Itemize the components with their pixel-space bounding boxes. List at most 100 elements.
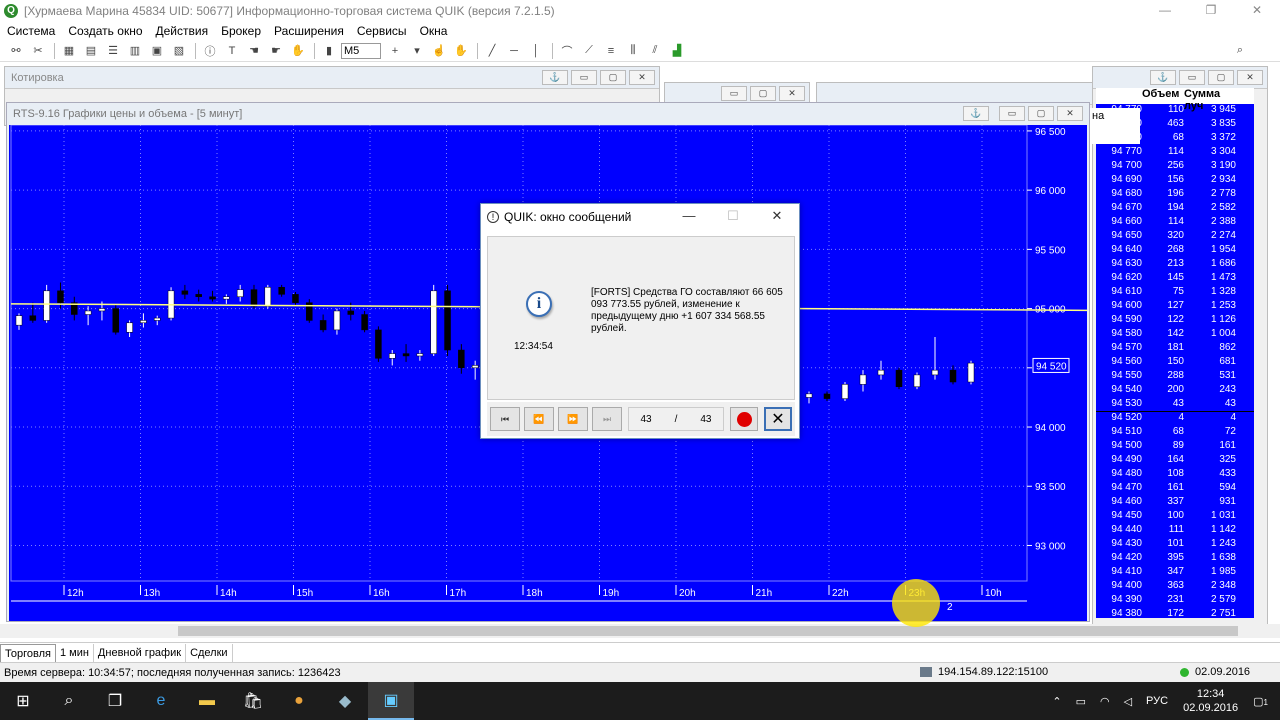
last-message-button[interactable]: ⏭ [592, 407, 622, 431]
maximize-button[interactable]: ▢ [1028, 106, 1054, 121]
dialog-maximize-button[interactable]: ☐ [711, 204, 755, 230]
table-row[interactable]: 94 770 114 3 304 [1096, 146, 1254, 160]
tab-trading[interactable]: Торговля [0, 643, 56, 662]
trend-icon[interactable]: ⫽ [645, 42, 665, 60]
table-row[interactable]: 94 520 4 4 [1096, 412, 1254, 426]
volume-icon[interactable]: ◁ [1124, 695, 1132, 708]
arc-icon[interactable]: ⌒ [557, 42, 577, 60]
table-row[interactable]: 94 650 320 2 274 [1096, 230, 1254, 244]
connect-icon[interactable]: ⚯ [6, 42, 26, 60]
table-row[interactable]: 94 460 337 931 [1096, 496, 1254, 510]
table-row[interactable]: 94 560 150 681 [1096, 356, 1254, 370]
table-row[interactable]: 94 640 268 1 954 [1096, 244, 1254, 258]
minimize-button[interactable]: ▭ [1179, 70, 1205, 85]
close-button[interactable]: ✕ [1057, 106, 1083, 121]
table-row[interactable]: 94 610 75 1 328 [1096, 286, 1254, 300]
menu-extensions[interactable]: Расширения [267, 24, 350, 38]
quote-table-icon[interactable]: ▤ [81, 42, 101, 60]
anchor-button[interactable]: ⚓ [1150, 70, 1176, 85]
trades-icon[interactable]: ▥ [125, 42, 145, 60]
network-tray-icon[interactable]: ▭ [1076, 695, 1086, 708]
menu-system[interactable]: Система [0, 24, 61, 38]
interval-select[interactable]: M5 [341, 42, 381, 59]
fan-icon[interactable]: ⟋ [579, 42, 599, 60]
table-row[interactable]: 94 680 196 2 778 [1096, 188, 1254, 202]
table-row[interactable]: 94 580 142 1 004 [1096, 328, 1254, 342]
minimize-button[interactable]: ▭ [999, 106, 1025, 121]
close-window-button[interactable]: ✕ [1234, 0, 1280, 22]
levels-icon[interactable]: ≡ [601, 42, 621, 60]
chrome-icon[interactable]: ● [276, 682, 322, 720]
menu-broker[interactable]: Брокер [214, 24, 267, 38]
search-icon[interactable]: ⌕ [1230, 42, 1250, 60]
orders-icon[interactable]: ☰ [103, 42, 123, 60]
table-row[interactable]: 94 440 111 1 142 [1096, 524, 1254, 538]
table-row[interactable]: 94 540 200 243 [1096, 384, 1254, 398]
table-row[interactable]: 94 590 122 1 126 [1096, 314, 1254, 328]
portfolio-icon[interactable]: ▣ [147, 42, 167, 60]
table-row[interactable]: 94 620 145 1 473 [1096, 272, 1254, 286]
close-button[interactable]: ✕ [629, 70, 655, 85]
table-row[interactable]: 94 700 256 3 190 [1096, 160, 1254, 174]
explorer-icon[interactable]: ▬ [184, 682, 230, 720]
menu-create-window[interactable]: Создать окно [61, 24, 148, 38]
hand-icon[interactable]: ☚ [244, 42, 264, 60]
hands-icon[interactable]: ✋ [288, 42, 308, 60]
table-row[interactable]: 94 690 156 2 934 [1096, 174, 1254, 188]
hline-icon[interactable]: ─ [504, 42, 524, 60]
close-button[interactable]: ✕ [779, 86, 805, 101]
table-row[interactable]: 94 660 114 2 388 [1096, 216, 1254, 230]
notification-icon[interactable]: ▢1 [1253, 695, 1268, 708]
text-icon[interactable]: T [222, 42, 242, 60]
next-message-button[interactable]: ⏩ [558, 407, 588, 431]
table-row[interactable]: 94 480 108 433 [1096, 468, 1254, 482]
minimize-button[interactable]: ▭ [571, 70, 597, 85]
tab-deals[interactable]: Сделки [186, 643, 233, 662]
table-row[interactable]: 94 380 172 2 751 [1096, 608, 1254, 618]
table-icon[interactable]: ▦ [59, 42, 79, 60]
table-row[interactable]: 94 430 101 1 243 [1096, 538, 1254, 552]
info-icon[interactable]: ⓘ [200, 42, 220, 60]
wifi-icon[interactable]: ◠ [1100, 695, 1110, 708]
limits-icon[interactable]: ▧ [169, 42, 189, 60]
minimize-button[interactable]: — [1142, 0, 1188, 22]
crosshair-icon[interactable]: + [385, 42, 405, 60]
edge-icon[interactable]: e [138, 682, 184, 720]
order-book-table[interactable]: Объем Сумма луч 94 7701103 94594 7604633… [1096, 88, 1254, 618]
table-row[interactable]: 94 530 43 43 [1096, 398, 1254, 412]
disconnect-icon[interactable]: ✂ [28, 42, 48, 60]
table-row[interactable]: 94 470 161 594 [1096, 482, 1254, 496]
tab-1min[interactable]: 1 мин [56, 643, 94, 662]
table-row[interactable]: 94 550 288 531 [1096, 370, 1254, 384]
maximize-button[interactable]: ▢ [600, 70, 626, 85]
store-icon[interactable]: 🛍 [230, 682, 276, 720]
hand2-icon[interactable]: ☛ [266, 42, 286, 60]
tab-daily-chart[interactable]: Дневной график [94, 643, 187, 662]
menu-windows[interactable]: Окна [413, 24, 454, 38]
close-button[interactable]: ✕ [1237, 70, 1263, 85]
anchor-button[interactable]: ⚓ [963, 106, 989, 121]
close-messages-button[interactable]: ✕ [764, 407, 792, 431]
windows-start-icon[interactable]: ⊞ [0, 682, 46, 720]
quik-taskbar-icon[interactable]: ▣ [368, 682, 414, 720]
task-view-icon[interactable]: ❐ [92, 682, 138, 720]
channel-icon[interactable]: ⫼ [623, 42, 643, 60]
table-row[interactable]: 94 400 363 2 348 [1096, 580, 1254, 594]
table-row[interactable]: 94 490 164 325 [1096, 454, 1254, 468]
table-row[interactable]: 94 420 395 1 638 [1096, 552, 1254, 566]
maximize-button[interactable]: ▢ [1208, 70, 1234, 85]
first-message-button[interactable]: ⏮ [490, 407, 520, 431]
vline-icon[interactable]: │ [526, 42, 546, 60]
chevron-up-icon[interactable]: ⌃ [1052, 695, 1061, 708]
line-icon[interactable]: ╱ [482, 42, 502, 60]
menu-services[interactable]: Сервисы [350, 24, 413, 38]
indicator-icon[interactable]: ▟ [667, 42, 687, 60]
menu-actions[interactable]: Действия [149, 24, 215, 38]
restore-button[interactable]: ❐ [1188, 0, 1234, 22]
table-row[interactable]: 94 570 181 862 [1096, 342, 1254, 356]
taskbar-clock[interactable]: 12:34 02.09.2016 [1183, 687, 1238, 715]
table-row[interactable]: 94 670 194 2 582 [1096, 202, 1254, 216]
horizontal-scrollbar[interactable] [0, 624, 1280, 638]
pointer-hand-icon[interactable]: ☝ [429, 42, 449, 60]
table-row[interactable]: 94 630 213 1 686 [1096, 258, 1254, 272]
